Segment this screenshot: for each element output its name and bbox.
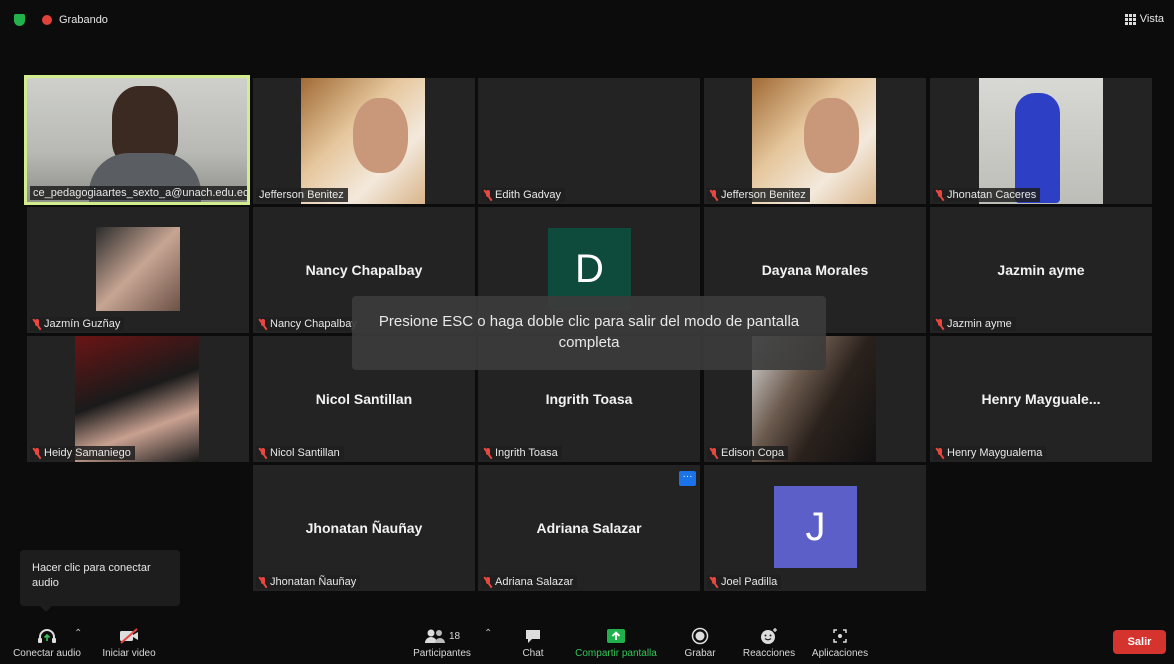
mic-muted-icon xyxy=(33,447,41,459)
mic-muted-icon xyxy=(33,318,41,330)
mic-muted-icon xyxy=(259,318,267,330)
video-tile[interactable]: Jhonatan Ñauñay Jhonatan Ñauñay xyxy=(253,465,475,591)
participant-display-name: Nicol Santillan xyxy=(315,391,413,407)
participant-name-tag: Jhonatan Ñauñay xyxy=(256,575,361,589)
participant-display-name: Henry Mayguale... xyxy=(981,391,1101,407)
share-screen-icon xyxy=(607,629,625,643)
participants-options-caret-icon[interactable]: ⌃ xyxy=(484,628,492,639)
participant-name-tag: Henry Maygualema xyxy=(933,446,1047,460)
reactions-button[interactable]: Reacciones xyxy=(740,625,798,659)
mic-muted-icon xyxy=(484,576,492,588)
participants-icon xyxy=(424,629,445,643)
participant-name-tag: Joel Padilla xyxy=(707,575,782,589)
audio-options-caret-icon[interactable]: ⌃ xyxy=(74,628,82,639)
participant-avatar: J xyxy=(774,486,857,568)
participant-name-tag: Jazmín Guzñay xyxy=(30,317,125,331)
view-label: Vista xyxy=(1139,13,1164,25)
participant-name-tag: Adriana Salazar xyxy=(481,575,578,589)
participants-button[interactable]: 18 Participantes xyxy=(408,625,476,659)
participant-name-tag: Jazmin ayme xyxy=(933,317,1016,331)
participant-name-tag: Jefferson Benitez xyxy=(256,188,348,202)
participant-name-tag: Edith Gadvay xyxy=(481,188,566,202)
view-button[interactable]: Vista xyxy=(1124,13,1164,25)
participant-name-tag: Heidy Samaniego xyxy=(30,446,135,460)
security-shield-icon[interactable] xyxy=(14,14,25,26)
participant-name-tag: Nancy Chapalbay xyxy=(256,317,361,331)
participant-display-name: Jazmin ayme xyxy=(997,262,1085,278)
video-tile[interactable]: Jhonatan Caceres xyxy=(930,78,1152,204)
video-tile[interactable]: Adriana Salazar Adriana Salazar xyxy=(478,465,700,591)
participant-display-name: Ingrith Toasa xyxy=(545,391,633,407)
fullscreen-exit-toast: Presione ESC o haga doble clic para sali… xyxy=(352,296,826,370)
participant-name-tag: Jefferson Benitez xyxy=(707,188,810,202)
participant-name-tag: Nicol Santillan xyxy=(256,446,344,460)
top-bar: Grabando Vista xyxy=(0,0,1174,40)
mic-muted-icon xyxy=(259,576,267,588)
participant-display-name: Jhonatan Ñauñay xyxy=(305,520,423,536)
video-tile[interactable]: J Joel Padilla xyxy=(704,465,926,591)
video-tile[interactable]: Edith Gadvay xyxy=(478,78,700,204)
record-button[interactable]: Grabar xyxy=(680,625,720,659)
video-tile[interactable]: Jazmín Guzñay xyxy=(27,207,249,333)
apps-button[interactable]: Aplicaciones xyxy=(808,625,872,659)
participant-video xyxy=(75,336,199,462)
mic-muted-icon xyxy=(710,576,718,588)
recording-label: Grabando xyxy=(59,14,108,26)
record-icon xyxy=(691,627,709,645)
mic-muted-icon xyxy=(484,447,492,459)
headphones-icon xyxy=(38,629,56,643)
participant-name-tag: Edison Copa xyxy=(707,446,788,460)
apps-icon xyxy=(833,629,847,643)
participant-video-person xyxy=(1015,93,1060,203)
participant-video-person xyxy=(353,98,408,173)
participant-name-tag: Jhonatan Caceres xyxy=(933,188,1041,202)
participant-display-name: Nancy Chapalbay xyxy=(305,262,423,278)
chat-button[interactable]: Chat xyxy=(515,625,551,659)
connect-audio-button[interactable]: Conectar audio xyxy=(10,625,84,659)
mic-muted-icon xyxy=(484,189,492,201)
video-tile[interactable]: Heidy Samaniego xyxy=(27,336,249,462)
video-tile[interactable]: Jazmin ayme Jazmin ayme xyxy=(930,207,1152,333)
mic-muted-icon xyxy=(710,189,718,201)
video-tile[interactable]: Jefferson Benitez xyxy=(704,78,926,204)
video-tile[interactable]: ce_pedagogiaartes_sexto_a@unach.edu.ec xyxy=(24,75,250,205)
participant-name-tag: ce_pedagogiaartes_sexto_a@unach.edu.ec xyxy=(30,186,247,200)
chat-icon xyxy=(526,630,540,643)
mic-muted-icon xyxy=(936,189,944,201)
participant-video-person xyxy=(804,98,859,173)
leave-button[interactable]: Salir xyxy=(1113,630,1166,654)
mic-muted-icon xyxy=(710,447,718,459)
participant-name-tag: Ingrith Toasa xyxy=(481,446,562,460)
video-off-icon xyxy=(120,628,138,644)
mic-muted-icon xyxy=(259,447,267,459)
reactions-icon xyxy=(761,628,777,644)
mic-muted-icon xyxy=(936,318,944,330)
recording-icon xyxy=(42,15,52,25)
start-video-button[interactable]: Iniciar video xyxy=(98,625,160,659)
participant-display-name: Adriana Salazar xyxy=(536,520,642,536)
connect-audio-tooltip: Hacer clic para conectar audio xyxy=(20,550,180,612)
mic-muted-icon xyxy=(936,447,944,459)
video-tile[interactable]: Henry Mayguale... Henry Maygualema xyxy=(930,336,1152,462)
participant-video xyxy=(96,227,180,311)
more-options-icon[interactable]: ··· xyxy=(679,471,696,486)
video-tile[interactable]: Jefferson Benitez xyxy=(253,78,475,204)
grid-view-icon xyxy=(1124,13,1136,25)
share-screen-button[interactable]: Compartir pantalla xyxy=(570,625,662,659)
participant-display-name: Dayana Morales xyxy=(761,262,869,278)
